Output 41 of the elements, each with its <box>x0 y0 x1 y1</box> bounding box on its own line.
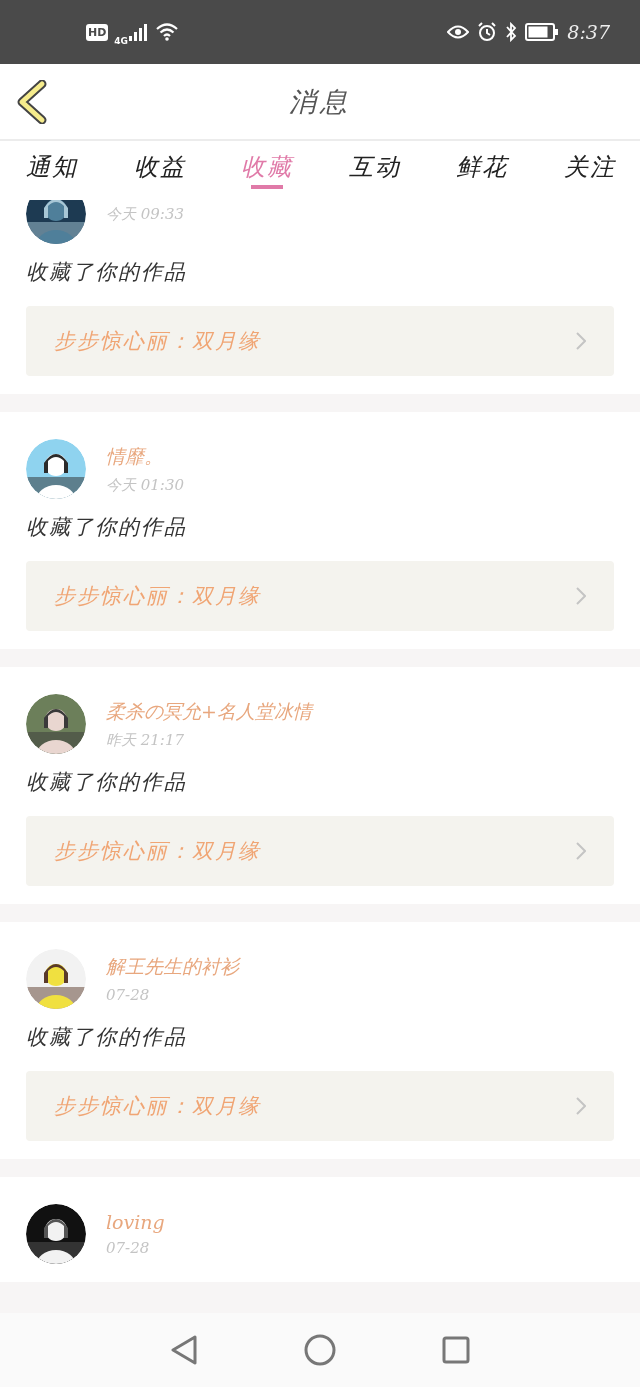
recents-square-icon[interactable] <box>442 1336 470 1364</box>
wifi-icon <box>155 22 179 42</box>
work-link[interactable]: 步步惊心丽：双月缘 <box>26 1071 614 1141</box>
chevron-right-icon <box>576 842 586 860</box>
message-text: 收藏了你的作品 <box>26 514 188 541</box>
user-name[interactable]: 柔杀の冥允+名人堂冰情 <box>106 698 312 725</box>
tab[interactable]: 收益 <box>133 141 186 193</box>
status-time: 8:37 <box>567 21 610 43</box>
back-triangle-icon[interactable] <box>170 1335 198 1365</box>
user-name[interactable]: 情靡。 <box>106 443 184 470</box>
back-chevron-icon <box>16 80 48 124</box>
signal-icon <box>129 23 149 41</box>
message-time: 07-28 <box>106 986 151 1004</box>
work-link[interactable]: 步步惊心丽：双月缘 <box>26 816 614 886</box>
message-text: 收藏了你的作品 <box>26 1024 188 1051</box>
message-text: 收藏了你的作品 <box>26 769 188 796</box>
tab[interactable]: 互动 <box>348 141 401 193</box>
battery-icon <box>525 23 560 41</box>
user-name[interactable]: 解王先生的衬衫 <box>106 954 239 980</box>
message-time: 昨天 21:17 <box>106 730 185 750</box>
message-text: 收藏了你的作品 <box>26 259 188 286</box>
chevron-right-icon <box>576 587 586 605</box>
message-time: 07-28 <box>106 1239 151 1257</box>
chevron-right-icon <box>576 1097 586 1115</box>
hd-badge: HD <box>86 23 109 41</box>
work-link[interactable]: 步步惊心丽：双月缘 <box>26 306 614 376</box>
eye-icon <box>447 25 470 39</box>
back-button[interactable] <box>16 80 48 124</box>
user-name[interactable]: loving <box>106 1211 165 1233</box>
tab[interactable]: 关注 <box>563 141 616 193</box>
alarm-icon <box>477 22 498 42</box>
page-title: 消息 <box>289 84 351 119</box>
tab[interactable]: 通知 <box>26 141 78 193</box>
work-link[interactable]: 步步惊心丽：双月缘 <box>26 561 614 631</box>
tab[interactable]: 鲜花 <box>456 141 509 193</box>
chevron-right-icon <box>576 332 586 350</box>
message-time: 今天 01:30 <box>106 475 184 495</box>
message-time: 今天 09:33 <box>106 204 184 224</box>
home-circle-icon[interactable] <box>304 1334 336 1366</box>
network-label: 4G <box>114 36 128 46</box>
bluetooth-icon <box>505 22 518 42</box>
